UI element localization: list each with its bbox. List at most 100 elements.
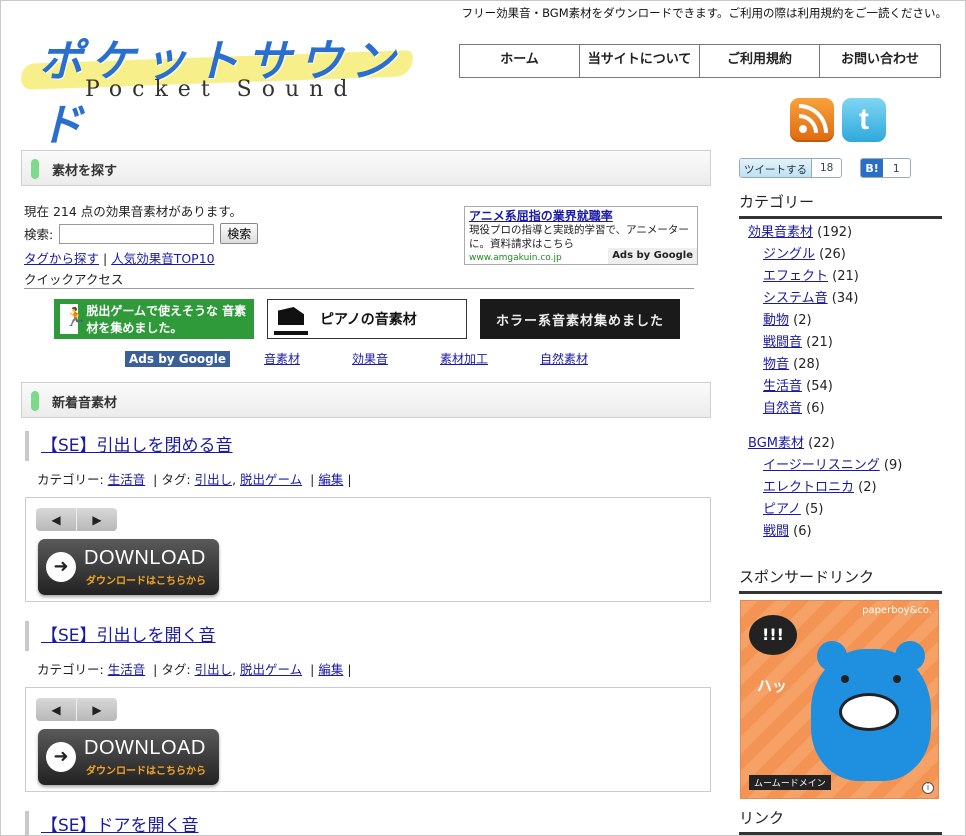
social-icons: t [790,98,886,142]
category-item: 物音 (28) [748,354,902,376]
post-title-link[interactable]: 【SE】引出しを開く音 [41,626,216,646]
nav-terms[interactable]: ご利用規約 [700,45,820,77]
download-button[interactable]: ➜ DOWNLOAD ダウンロードはこちらから [38,539,219,595]
prev-button[interactable]: ◀ [36,508,76,531]
link-separator: | [103,251,108,266]
ad-link-nature-material[interactable]: 自然素材 [540,350,588,367]
category-link[interactable]: 動物 [763,313,789,328]
post-title-link[interactable]: 【SE】ドアを開く音 [41,816,199,836]
category-link[interactable]: ジングル [763,247,815,262]
category-title: カテゴリー [739,191,942,219]
ads-by-google-badge[interactable]: Ads by Google [125,350,230,367]
category-link[interactable]: 生活音 [763,379,802,394]
search-input[interactable] [59,223,215,244]
ad-title-link[interactable]: アニメ系屈指の業界就職率 [469,209,613,223]
category-link[interactable]: ピアノ [763,502,801,517]
audio-player-controls: ◀ ▶ [36,508,117,531]
post-title: 【SE】引出しを開く音 [25,621,216,651]
ad-link-sound-material[interactable]: 音素材 [264,350,300,367]
top10-link[interactable]: 人気効果音TOP10 [111,251,214,266]
category-item: 戦闘 (6) [748,521,902,543]
download-sublabel: ダウンロードはこちらから [86,766,206,777]
download-label: DOWNLOAD [84,737,206,759]
search-button[interactable]: 検索 [220,223,259,244]
ad-body: 現役プロの指導と実践的学習で、アニメーターに。資料請求はこちら [469,224,689,250]
search-links: タグから探す | 人気効果音TOP10 [24,248,215,267]
category-link[interactable]: 戦闘音 [763,335,802,350]
category-item: ピアノ (5) [748,499,902,521]
tweet-button[interactable]: ツイートする 18 [739,158,843,178]
category-count: (28) [793,357,820,372]
category-link[interactable]: 自然音 [763,401,802,416]
sponsor-banner[interactable]: paperboy&co. !!! ハッ ムームードメイン i [740,600,939,799]
category-link[interactable]: 効果音素材 [748,225,813,240]
nav-contact[interactable]: お問い合わせ [820,45,940,77]
download-label: DOWNLOAD [84,547,206,569]
category-count: (21) [832,269,859,284]
twitter-icon[interactable]: t [842,98,886,142]
category-item: 効果音素材 (192) [748,222,902,244]
material-count: 現在 214 点の効果音素材があります。 [24,204,243,219]
post-tag-link[interactable]: 引出し [195,662,233,677]
post-tag-link[interactable]: 脱出ゲーム [240,472,302,487]
category-link[interactable]: システム音 [763,291,828,306]
sponsor-title: スポンサードリンク [739,566,942,594]
ad-link-unit: Ads by Google 音素材 効果音 素材加工 自然素材 [125,350,640,367]
download-button[interactable]: ➜ DOWNLOAD ダウンロードはこちらから [38,729,219,785]
play-button[interactable]: ▶ [76,698,117,721]
meta-separator: | [310,472,315,487]
nav-about[interactable]: 当サイトについて [580,45,700,77]
share-buttons: ツイートする 18 B! 1 [739,158,911,178]
emergency-exit-icon [60,304,87,334]
arrow-right-icon: ➜ [46,742,76,772]
meta-category-label: カテゴリー: [37,662,104,677]
category-count: (54) [806,379,833,394]
category-item: ジングル (26) [748,244,902,266]
category-link[interactable]: 物音 [763,357,789,372]
post-category-link[interactable]: 生活音 [108,662,146,677]
ad-link-sound-effect[interactable]: 効果音 [352,350,388,367]
meta-category-label: カテゴリー: [37,472,104,487]
bear-mascot-icon [811,641,931,781]
tweet-count: 18 [811,159,842,177]
ad-link-material-processing[interactable]: 素材加工 [440,350,488,367]
ad-info-icon[interactable]: i [922,782,934,794]
meta-tag-label: | タグ: [153,662,191,677]
post-title-link[interactable]: 【SE】引出しを閉める音 [41,436,233,456]
audio-player-box: ◀ ▶ ➜ DOWNLOAD ダウンロードはこちらから [25,687,711,792]
post-edit-link[interactable]: 編集 [318,472,343,487]
meta-separator: | [347,662,352,677]
category-item: BGM素材 (22) [748,433,902,455]
google-text-ad[interactable]: アニメ系屈指の業界就職率 現役プロの指導と実践的学習で、アニメーターに。資料請求… [464,206,698,265]
category-link[interactable]: イージーリスニング [763,458,880,473]
escape-game-banner[interactable]: 脱出ゲームで使えそうな 音素材を集めました。 [54,299,254,339]
category-count: (192) [817,225,853,240]
section-marker [31,391,39,411]
category-count: (6) [793,524,812,539]
piano-banner-text: ピアノの音素材 [320,312,417,328]
arrow-right-icon: ➜ [46,552,76,582]
play-button[interactable]: ▶ [76,508,117,531]
post-tag-link[interactable]: 脱出ゲーム [240,662,302,677]
piano-banner[interactable]: ピアノの音素材 [267,299,467,339]
ads-by-google[interactable]: Ads by Google [608,248,697,264]
category-link[interactable]: エフェクト [763,269,828,284]
quick-access-label: クイックアクセス [24,272,124,287]
prev-button[interactable]: ◀ [36,698,76,721]
tag-search-link[interactable]: タグから探す [24,251,99,266]
post-tag-link[interactable]: 引出し [195,472,233,487]
post-category-link[interactable]: 生活音 [108,472,146,487]
horror-banner[interactable]: ホラー系音素材集めました [480,299,680,339]
post-edit-link[interactable]: 編集 [318,662,343,677]
site-tagline: フリー効果音・BGM素材をダウンロードできます。ご利用の際は利用規約をご一読くだ… [461,6,947,20]
category-link[interactable]: エレクトロニカ [763,480,854,495]
hatena-bookmark-button[interactable]: B! 1 [860,158,911,178]
site-logo[interactable]: ポケットサウンド Pocket Sound [20,23,421,151]
nav-home[interactable]: ホーム [460,45,580,77]
category-item: 自然音 (6) [748,398,902,420]
search-label: 検索: [24,227,54,242]
logo-text-en: Pocket Sound [85,77,358,102]
category-link[interactable]: BGM素材 [748,436,804,451]
category-link[interactable]: 戦闘 [763,524,789,539]
rss-icon[interactable] [790,98,834,142]
